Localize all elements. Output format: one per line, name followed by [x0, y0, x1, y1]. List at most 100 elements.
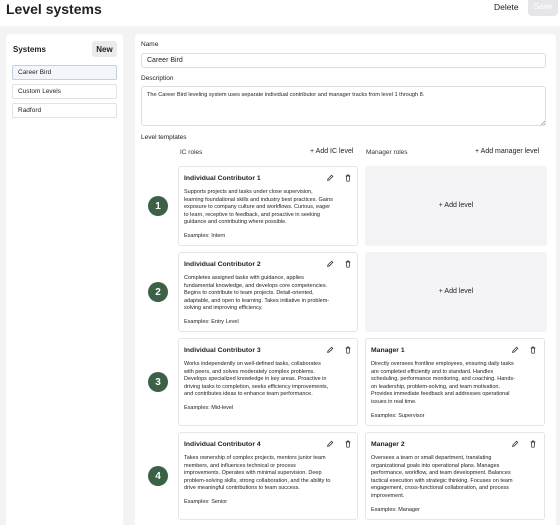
ic-level-title: Individual Contributor 2 — [184, 261, 261, 268]
description-line: members, and influences technical or pro… — [184, 462, 296, 469]
description-line: and contributes ideas to enhance team pe… — [184, 391, 313, 398]
add-ic-level-button[interactable]: + Add IC level — [310, 148, 353, 155]
description-line: with peers, and solves moderately comple… — [184, 368, 315, 375]
trash-icon[interactable] — [344, 260, 352, 268]
add-level-button[interactable]: + Add level — [365, 288, 547, 295]
edit-icon[interactable] — [326, 174, 334, 182]
systems-sidebar: Systems New Career Bird Custom Levels Ra… — [6, 34, 123, 525]
ic-level-examples: Examples: Entry Level — [184, 319, 239, 325]
new-system-button[interactable]: New — [92, 41, 117, 57]
description-line: solving and improving efficiency. — [184, 305, 263, 312]
description-line: Takes ownership of complex projects, men… — [184, 455, 326, 461]
ic-level-title: Individual Contributor 4 — [184, 441, 261, 448]
trash-icon[interactable] — [344, 346, 352, 354]
description-line: Begins to contribute to team projects. D… — [184, 290, 314, 297]
manager-level-placeholder: + Add level — [365, 252, 547, 332]
edit-icon[interactable] — [326, 346, 334, 354]
manager-level-description: Oversees a team or small department, tra… — [371, 455, 542, 501]
description-line: adaptable, and open to learning. Takes i… — [184, 297, 330, 304]
manager-level-title: Manager 2 — [371, 441, 405, 448]
edit-icon[interactable] — [326, 440, 334, 448]
description-label: Description — [141, 75, 174, 82]
description-line: to learn, receptive to feedback, and pro… — [184, 211, 321, 218]
add-manager-level-label: Add manager level — [480, 148, 540, 155]
description-line: Directly oversees frontline employees, e… — [371, 361, 514, 367]
ic-level-card: Individual Contributor 4 Takes ownership… — [178, 432, 358, 520]
plus-icon: + — [310, 148, 315, 155]
plus-icon: + — [438, 288, 443, 295]
add-level-button[interactable]: + Add level — [365, 202, 547, 209]
description-line: engagement, cross-functional collaborati… — [371, 485, 509, 492]
level-number-badge: 3 — [148, 372, 168, 392]
add-level-label: Add level — [444, 288, 474, 295]
save-button[interactable]: Save — [528, 0, 558, 16]
name-field[interactable]: Career Bird — [141, 53, 546, 68]
level-system-form: Name Career Bird Description The Career … — [135, 34, 556, 525]
description-line: organizational goals into operational pl… — [371, 462, 500, 469]
ic-level-title: Individual Contributor 3 — [184, 347, 261, 354]
ic-level-title: Individual Contributor 1 — [184, 175, 261, 182]
description-line: issues in real time. — [371, 398, 417, 405]
ic-level-examples: Examples: Intern — [184, 233, 226, 239]
description-line: are completed efficiently and to standar… — [371, 368, 494, 375]
ic-level-card: Individual Contributor 2 Completes assig… — [178, 252, 358, 332]
edit-icon[interactable] — [511, 440, 519, 448]
edit-icon[interactable] — [326, 260, 334, 268]
description-line: learning foundational skills and industr… — [184, 196, 333, 203]
sidebar-item-custom-levels[interactable]: Custom Levels — [12, 84, 117, 99]
description-line: scheduling, performance monitoring, and … — [371, 376, 515, 383]
sidebar-title: Systems — [13, 45, 46, 54]
description-line: improvements. Operates with minimal supe… — [184, 470, 322, 477]
ic-level-examples: Examples: Senior — [184, 499, 228, 505]
trash-icon[interactable] — [344, 440, 352, 448]
manager-level-card: Manager 1 Directly oversees frontline em… — [365, 338, 545, 426]
ic-level-examples: Examples: Mid-level — [184, 405, 234, 411]
sidebar-item-radford[interactable]: Radford — [12, 103, 117, 118]
description-line: driving tasks to completion, seeks effic… — [184, 383, 329, 390]
trash-icon[interactable] — [529, 346, 537, 354]
description-line: performance, workflow, and team developm… — [371, 470, 511, 477]
description-line: Completes assigned tasks with guidance, … — [184, 275, 304, 281]
manager-level-title: Manager 1 — [371, 347, 405, 354]
description-line: problem-solving skills, strong collabora… — [184, 477, 331, 484]
plus-icon: + — [475, 148, 480, 155]
level-number-badge: 1 — [148, 196, 168, 216]
ic-level-description: Supports projects and tasks under close … — [184, 189, 355, 227]
description-line: Oversees a team or small department, tra… — [371, 455, 492, 461]
description-line: improvement. — [371, 492, 405, 499]
manager-level-card: Manager 2 Oversees a team or small depar… — [365, 432, 545, 520]
delete-button[interactable]: Delete — [494, 2, 519, 12]
description-line: on leadership, problem-solving, and team… — [371, 383, 501, 390]
top-bar: Level systems Delete Save — [0, 0, 560, 26]
description-line: guidance and contributing where possible… — [184, 219, 287, 226]
ic-roles-header: IC roles — [180, 149, 203, 156]
plus-icon: + — [438, 202, 443, 209]
manager-roles-header: Manager roles — [366, 149, 408, 156]
edit-icon[interactable] — [511, 346, 519, 354]
level-number-badge: 2 — [148, 282, 168, 302]
level-templates-label: Level templates — [141, 134, 187, 141]
manager-level-description: Directly oversees frontline employees, e… — [371, 361, 542, 407]
sidebar-item-career-bird[interactable]: Career Bird — [12, 65, 117, 80]
add-manager-level-button[interactable]: + Add manager level — [475, 148, 539, 155]
level-number-badge: 4 — [148, 466, 168, 486]
description-line: Develops specialized knowledge in key ar… — [184, 376, 327, 383]
description-line: Supports projects and tasks under close … — [184, 189, 313, 195]
description-line: drive meaningful contributions to team s… — [184, 485, 300, 492]
page-title: Level systems — [6, 1, 102, 17]
description-line: Provides immediate feedback and addresse… — [371, 391, 510, 398]
manager-level-examples: Examples: Supervisor — [371, 413, 425, 419]
name-label: Name — [141, 41, 159, 48]
resize-handle-icon[interactable] — [540, 120, 546, 126]
description-line: tactical execution with strategic thinki… — [371, 477, 513, 484]
ic-level-description: Completes assigned tasks with guidance, … — [184, 275, 355, 313]
add-level-label: Add level — [444, 202, 474, 209]
manager-level-examples: Examples: Manager — [371, 507, 420, 513]
manager-level-placeholder: + Add level — [365, 166, 547, 246]
description-line: exposure to company culture and workflow… — [184, 204, 331, 211]
ic-level-description: Takes ownership of complex projects, men… — [184, 455, 355, 493]
ic-level-card: Individual Contributor 3 Works independe… — [178, 338, 358, 426]
description-field[interactable]: The Career Bird leveling system uses sep… — [141, 86, 546, 126]
trash-icon[interactable] — [529, 440, 537, 448]
trash-icon[interactable] — [344, 174, 352, 182]
